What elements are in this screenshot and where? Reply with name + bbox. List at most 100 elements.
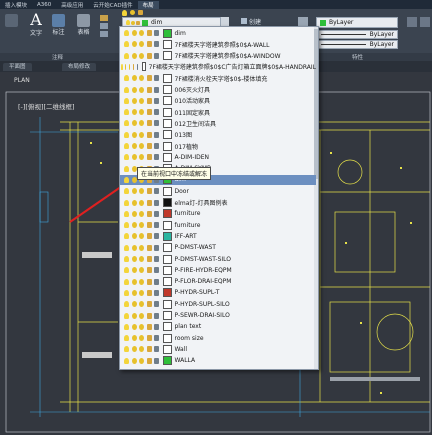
bulb-icon[interactable] <box>124 210 129 217</box>
sun-icon[interactable] <box>131 41 137 48</box>
layer-row[interactable]: 7F裙楼消火栓天字塔$0$-楼体填充 <box>120 73 316 83</box>
sun-icon[interactable] <box>131 52 137 59</box>
dimension-button[interactable]: 标注 <box>52 14 65 36</box>
layer-row[interactable]: P-DMST-WAST <box>120 243 316 253</box>
sun-icon[interactable] <box>131 86 137 93</box>
bulb-icon[interactable] <box>124 30 129 37</box>
viewport-sun-icon[interactable] <box>139 97 144 104</box>
plot-icon[interactable] <box>154 335 159 342</box>
lock-icon[interactable] <box>132 63 135 70</box>
lock-icon[interactable] <box>146 301 152 308</box>
bulb-icon[interactable] <box>124 222 129 229</box>
plot-icon[interactable] <box>154 289 159 296</box>
lock-icon[interactable] <box>146 357 152 364</box>
lock-icon[interactable] <box>146 109 152 116</box>
layer-row[interactable]: plan text <box>120 322 316 332</box>
viewport-sun-icon[interactable] <box>139 323 144 330</box>
plot-icon[interactable] <box>154 267 159 274</box>
bulb-icon[interactable] <box>124 86 129 93</box>
viewport-sun-icon[interactable] <box>139 52 144 59</box>
color-combo[interactable]: ByLayer <box>316 17 398 28</box>
layer-row[interactable]: furniture <box>120 220 316 230</box>
plot-icon[interactable] <box>154 256 159 263</box>
plot-icon[interactable] <box>154 346 159 353</box>
sun-icon[interactable] <box>131 199 137 206</box>
bulb-icon[interactable] <box>124 301 129 308</box>
lock-icon[interactable] <box>146 222 152 229</box>
bulb-icon[interactable] <box>124 256 129 263</box>
bulb-icon[interactable] <box>124 244 129 251</box>
bulb-icon[interactable] <box>124 233 129 240</box>
lock-icon[interactable] <box>146 154 152 161</box>
bulb-icon[interactable] <box>124 323 129 330</box>
sun-icon[interactable] <box>131 143 137 150</box>
bulb-icon[interactable] <box>124 154 129 161</box>
match-properties-icon[interactable] <box>298 17 308 26</box>
sun-icon[interactable] <box>131 188 137 195</box>
linetype-combo[interactable]: ByLayer <box>316 30 398 39</box>
bulb-icon[interactable] <box>124 120 129 127</box>
plot-icon[interactable] <box>154 323 159 330</box>
layer-row[interactable]: P-HYDR-SUPL-T <box>120 288 316 298</box>
viewport-sun-icon[interactable] <box>128 63 131 70</box>
plot-icon[interactable] <box>154 244 159 251</box>
viewport-sun-icon[interactable] <box>139 301 144 308</box>
plot-icon[interactable] <box>154 52 159 59</box>
lock-icon[interactable] <box>146 188 152 195</box>
annotation-panel-label[interactable]: 注释 <box>52 53 63 61</box>
properties-panel-label[interactable]: 特性 <box>352 53 363 61</box>
sun-icon[interactable] <box>131 154 137 161</box>
sun-icon[interactable] <box>131 312 137 319</box>
plot-icon[interactable] <box>154 97 159 104</box>
layer-row[interactable]: dim <box>120 28 316 38</box>
lock-icon[interactable] <box>146 97 152 104</box>
layer-row[interactable]: 011固定家具 <box>120 107 316 117</box>
sun-icon[interactable] <box>130 10 135 15</box>
plot-icon[interactable] <box>154 210 159 217</box>
viewport-sun-icon[interactable] <box>139 289 144 296</box>
layer-row[interactable]: 7F裙楼天字塔建筑参照$0$A-WALL <box>120 39 316 49</box>
plot-icon[interactable] <box>154 143 159 150</box>
sun-icon[interactable] <box>131 97 137 104</box>
ruler-tool-button[interactable] <box>5 14 18 27</box>
viewport-sun-icon[interactable] <box>139 210 144 217</box>
layer-row[interactable]: Door <box>120 186 316 196</box>
menu-a360[interactable]: A360 <box>32 2 56 8</box>
viewport-sun-icon[interactable] <box>139 75 144 82</box>
lock-icon[interactable] <box>146 233 152 240</box>
sun-icon[interactable] <box>131 75 137 82</box>
lock-icon[interactable] <box>146 86 152 93</box>
plot-icon[interactable] <box>154 301 159 308</box>
layer-dropdown[interactable]: dim 7F裙楼天字塔建筑参照$0$A-WALL 7F裙楼天字塔建筑参照$0$A-W… <box>119 26 319 370</box>
viewport-sun-icon[interactable] <box>139 233 144 240</box>
plot-icon[interactable] <box>154 131 159 138</box>
menu-advanced[interactable]: 高级应用 <box>56 1 88 9</box>
layer-row[interactable]: 012卫生间洁具 <box>120 118 316 128</box>
lock-icon[interactable] <box>146 312 152 319</box>
sun-icon[interactable] <box>131 120 137 127</box>
lock-icon[interactable] <box>146 289 152 296</box>
list-icon[interactable] <box>407 17 417 27</box>
sun-icon[interactable] <box>131 357 137 364</box>
bulb-icon[interactable] <box>124 97 129 104</box>
bulb-icon[interactable] <box>124 278 129 285</box>
lock-icon[interactable] <box>146 278 152 285</box>
layer-row[interactable]: furniture <box>120 209 316 219</box>
lock-icon[interactable] <box>146 143 152 150</box>
plot-icon[interactable] <box>154 199 159 206</box>
lock-icon[interactable] <box>146 346 152 353</box>
lock-icon[interactable] <box>146 256 152 263</box>
bulb-icon[interactable] <box>124 165 129 172</box>
lock-icon[interactable] <box>146 244 152 251</box>
bulb-icon[interactable] <box>121 63 123 70</box>
layer-row[interactable]: P-FLOR-DRAI-EQPM <box>120 277 316 287</box>
sun-icon[interactable] <box>131 278 137 285</box>
bulb-icon[interactable] <box>124 357 129 364</box>
layer-row[interactable]: WALLA <box>120 356 316 366</box>
viewport-sun-icon[interactable] <box>139 188 144 195</box>
layer-row[interactable]: P-DMST-WAST-SILO <box>120 254 316 264</box>
plot-icon[interactable] <box>154 357 159 364</box>
sun-icon[interactable] <box>131 222 137 229</box>
bulb-icon[interactable] <box>124 176 129 183</box>
viewport-sun-icon[interactable] <box>139 244 144 251</box>
